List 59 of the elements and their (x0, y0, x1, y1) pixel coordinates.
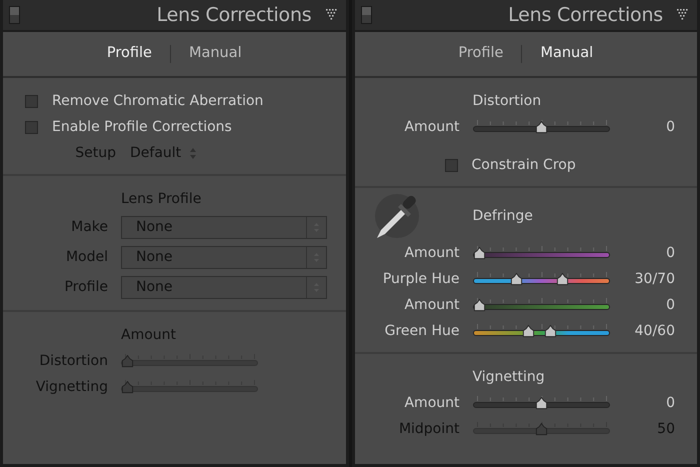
checkbox[interactable] (25, 120, 38, 134)
slider-label: Amount (403, 118, 460, 136)
up-down-arrows-icon (189, 146, 198, 160)
slider-value: 40/60 (634, 322, 676, 340)
field-label: Profile (63, 278, 108, 296)
field-label: Make (70, 218, 108, 236)
slider-thumb[interactable] (472, 247, 486, 260)
slider-value: 30/70 (634, 270, 676, 288)
slider-track[interactable] (472, 428, 610, 434)
field-label: Setup (74, 144, 116, 162)
tab[interactable]: Profile (102, 43, 156, 65)
panel-title: Lens Corrections (156, 2, 312, 28)
slider-thumb[interactable] (534, 121, 548, 134)
slider-label: Amount (403, 244, 460, 262)
slider-label: Green Hue (384, 322, 460, 340)
slider-thumb[interactable] (544, 325, 558, 338)
slider-thumb[interactable] (522, 325, 536, 338)
checkbox-label: Enable Profile Corrections (52, 118, 232, 136)
slider-value: 0 (665, 244, 676, 262)
slider-track[interactable] (472, 402, 610, 408)
tab[interactable]: Manual (184, 43, 246, 65)
slider-value: 0 (665, 118, 676, 136)
field-label: Model (64, 248, 108, 266)
section-heading: Vignetting (472, 368, 545, 386)
slider-track[interactable] (121, 360, 258, 366)
checkbox[interactable] (444, 158, 458, 172)
slider-value: 0 (665, 394, 676, 412)
slider-thumb[interactable] (534, 397, 548, 410)
checkbox-label: Remove Chromatic Aberration (52, 92, 264, 110)
section-heading: Defringe (472, 206, 533, 226)
tab[interactable]: Manual (536, 43, 598, 65)
slider-value: 0 (665, 296, 676, 314)
panel-toggle-icon[interactable] (9, 6, 20, 24)
slider-label: Vignetting (34, 378, 108, 396)
section-heading: Amount (120, 326, 176, 344)
eyedropper-icon[interactable] (372, 192, 420, 240)
slider-label: Distortion (38, 352, 108, 370)
collapse-triangle-icon[interactable] (326, 9, 338, 21)
setup-popup: Default (130, 144, 182, 162)
slider-track[interactable] (121, 386, 258, 392)
slider-value: 50 (656, 420, 676, 438)
slider-thumb[interactable] (556, 273, 569, 286)
collapse-triangle-icon[interactable] (677, 9, 689, 21)
slider-label: Amount (403, 296, 460, 314)
slider-label: Amount (403, 394, 460, 412)
checkbox[interactable] (25, 94, 38, 108)
slider-track[interactable] (472, 126, 610, 132)
panel-toggle-icon[interactable] (360, 6, 372, 24)
section-heading: Distortion (472, 92, 542, 110)
slider-thumb[interactable] (472, 299, 486, 312)
checkbox-label: Constrain Crop (472, 156, 576, 174)
slider-track[interactable] (472, 304, 610, 310)
slider-track[interactable] (472, 252, 610, 258)
panel-title: Lens Corrections (508, 2, 663, 28)
tab[interactable]: Profile (454, 43, 508, 65)
slider-thumb[interactable] (510, 273, 523, 286)
slider-label: Purple Hue (382, 270, 460, 288)
slider-label: Midpoint (398, 420, 460, 438)
section-heading: Lens Profile (120, 190, 202, 208)
